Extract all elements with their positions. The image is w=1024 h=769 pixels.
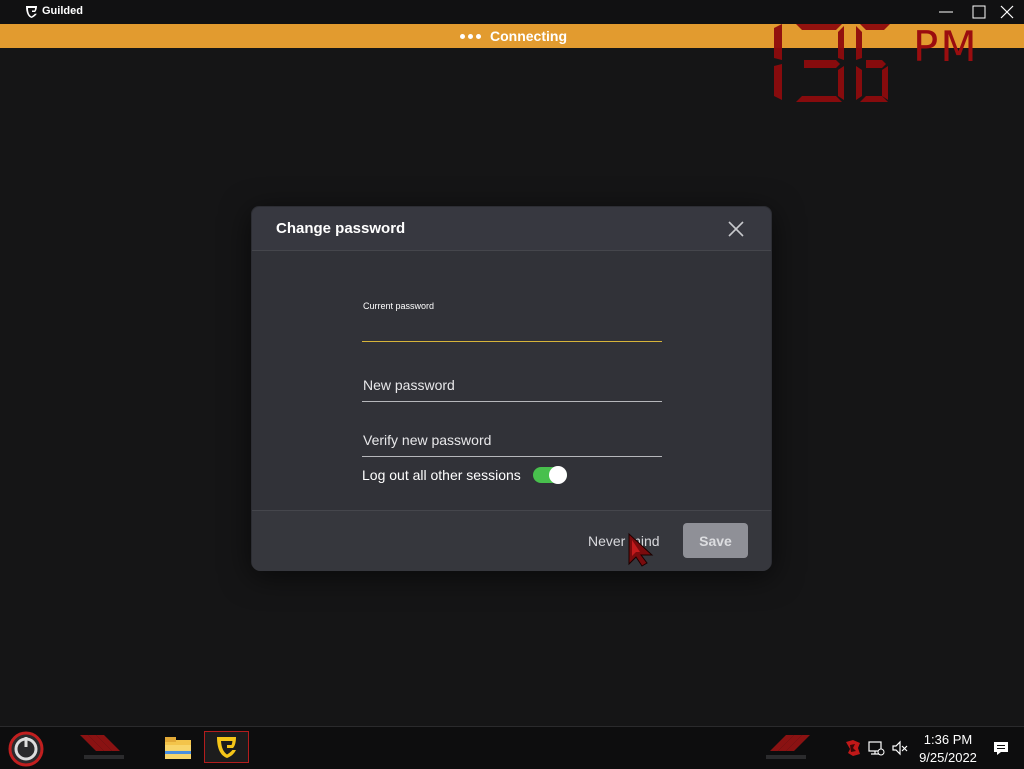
dialog-header: Change password — [252, 207, 771, 251]
logout-sessions-label: Log out all other sessions — [362, 467, 521, 483]
dialog-footer: Never mind Save — [252, 510, 771, 571]
verify-password-input[interactable] — [362, 430, 664, 450]
guilded-window: Guilded Connecting PM Change password Cu… — [0, 0, 1024, 726]
new-password-field — [362, 371, 664, 403]
volume-muted-icon[interactable] — [891, 739, 909, 757]
loading-dot — [468, 33, 473, 39]
current-password-label: Current password — [363, 301, 435, 311]
file-explorer-icon[interactable] — [160, 731, 196, 765]
title-bar[interactable]: Guilded — [0, 0, 1024, 24]
change-password-dialog: Change password Current password Log out… — [251, 206, 772, 571]
taskbar-clock-time[interactable]: 1:36 PM — [918, 732, 978, 747]
new-password-input[interactable] — [362, 375, 664, 395]
minimize-icon[interactable] — [929, 0, 963, 24]
toggle-knob — [548, 466, 567, 484]
logout-sessions-toggle[interactable] — [532, 466, 567, 484]
clock-ampm: PM — [913, 22, 979, 71]
loading-dot — [460, 33, 465, 39]
guilded-taskbar-icon — [217, 737, 236, 758]
current-password-input[interactable] — [362, 319, 664, 339]
app-title: Guilded — [42, 5, 83, 17]
start-icon[interactable] — [8, 731, 44, 767]
input-underline — [362, 456, 662, 457]
never-mind-button[interactable]: Never mind — [588, 533, 660, 549]
connection-status-text: Connecting — [490, 28, 567, 44]
close-icon[interactable] — [990, 0, 1024, 24]
dialog-title: Change password — [276, 220, 406, 237]
active-underline — [362, 341, 662, 342]
loading-dot — [476, 33, 481, 39]
guilded-taskbar-button[interactable] — [204, 731, 249, 763]
save-button[interactable]: Save — [683, 523, 748, 558]
taskbar-decoration — [766, 735, 810, 759]
guilded-logo-icon — [26, 6, 37, 18]
logout-sessions-row: Log out all other sessions — [362, 466, 567, 484]
verify-password-field — [362, 426, 664, 458]
connection-status-banner: Connecting — [0, 24, 1024, 48]
current-password-field: Current password — [362, 301, 664, 349]
notification-icon[interactable] — [992, 739, 1010, 757]
input-underline — [362, 401, 662, 402]
msi-dragon-icon[interactable] — [844, 739, 862, 757]
dialog-body: Current password Log out all other sessi… — [252, 251, 771, 510]
taskbar-decoration — [80, 735, 124, 759]
network-icon[interactable] — [867, 739, 885, 757]
close-icon[interactable] — [725, 218, 747, 240]
taskbar-clock-date[interactable]: 9/25/2022 — [915, 750, 981, 765]
taskbar: 1:36 PM 9/25/2022 — [0, 726, 1024, 769]
